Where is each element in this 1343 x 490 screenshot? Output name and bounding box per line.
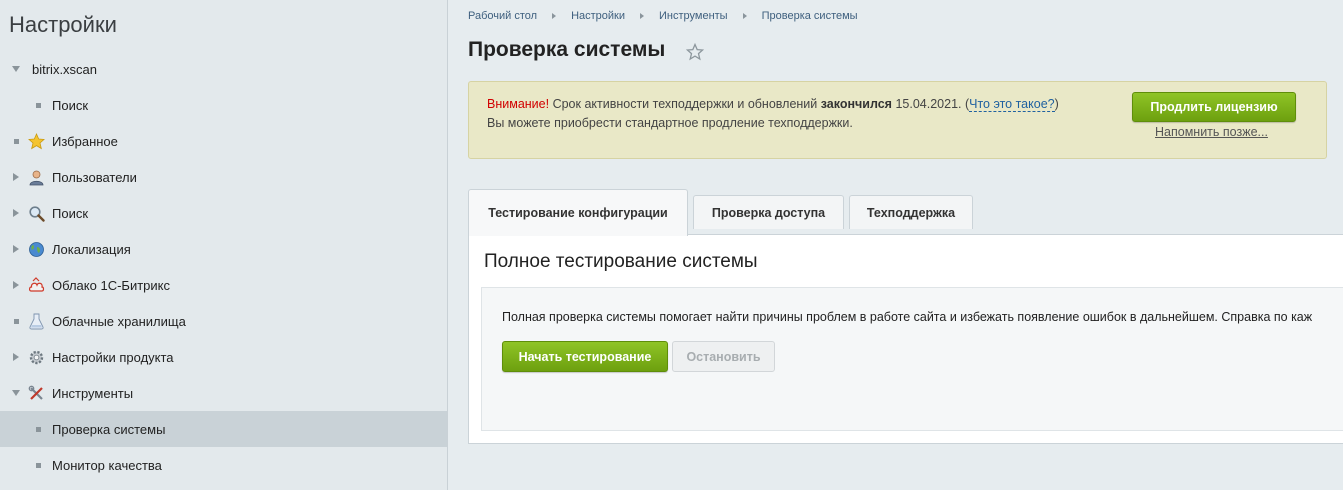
sidebar: Настройки bitrix.xscan Поиск Избранное П… <box>0 0 448 490</box>
favorite-star-icon[interactable] <box>685 42 705 61</box>
test-description: Полная проверка системы помогает найти п… <box>502 310 1313 324</box>
sidebar-item-label: Облачные хранилища <box>52 313 186 329</box>
license-notice: Внимание! Срок активности техподдержки и… <box>468 81 1327 159</box>
notice-message: Внимание! Срок активности техподдержки и… <box>487 97 1059 112</box>
notice-date: 15.04.2021. ( <box>891 97 970 111</box>
gear-icon <box>28 349 45 366</box>
panel-title: Полное тестирование системы <box>484 251 758 272</box>
sidebar-item-label: Пользователи <box>52 169 137 185</box>
bullet-icon <box>33 460 43 470</box>
user-icon <box>28 169 45 186</box>
sidebar-item-tools[interactable]: Инструменты <box>0 375 447 411</box>
sidebar-item-search[interactable]: Поиск <box>0 195 447 231</box>
breadcrumb-item-system-check[interactable]: Проверка системы <box>762 10 858 22</box>
sidebar-item-label: Настройки продукта <box>52 349 174 365</box>
start-test-button[interactable]: Начать тестирование <box>502 341 668 372</box>
sidebar-item-label: Облако 1С-Битрикс <box>52 277 170 293</box>
notice-secondary-text: Вы можете приобрести стандартное продлен… <box>487 116 853 130</box>
remind-later-link[interactable]: Напомнить позже... <box>1155 125 1268 139</box>
sidebar-item-quality-monitor[interactable]: Монитор качества <box>0 447 447 483</box>
chevron-right-icon[interactable] <box>11 172 21 182</box>
chevron-right-icon <box>640 13 644 19</box>
notice-text: Срок активности техподдержки и обновлени… <box>549 97 821 111</box>
notice-bold: закончился <box>820 97 892 111</box>
chevron-down-icon[interactable] <box>11 64 21 74</box>
chevron-right-icon[interactable] <box>11 352 21 362</box>
magnifier-icon <box>28 205 45 222</box>
chevron-right-icon <box>742 13 747 19</box>
bullet-icon <box>33 424 43 434</box>
breadcrumb-item-settings[interactable]: Настройки <box>571 10 625 22</box>
chevron-right-icon[interactable] <box>11 208 21 218</box>
globe-icon <box>28 241 45 258</box>
test-box: Полная проверка системы помогает найти п… <box>481 287 1343 431</box>
sidebar-item-system-check[interactable]: Проверка системы <box>0 411 447 447</box>
sidebar-item-label: Проверка системы <box>52 421 166 437</box>
breadcrumb-item-tools[interactable]: Инструменты <box>659 10 728 22</box>
sidebar-item-cloud-storage[interactable]: Облачные хранилища <box>0 303 447 339</box>
sidebar-item-label: Поиск <box>52 205 89 221</box>
cloud-icon <box>28 276 45 294</box>
sidebar-item-product-settings[interactable]: Настройки продукта <box>0 339 447 375</box>
tab-access-check[interactable]: Проверка доступа <box>693 195 844 229</box>
sidebar-item-label: Поиск <box>52 97 89 113</box>
tools-icon <box>28 385 45 402</box>
sidebar-item-label: Локализация <box>52 241 131 257</box>
sidebar-item-label: Избранное <box>52 133 118 149</box>
sidebar-title: Настройки <box>9 12 117 37</box>
chevron-right-icon[interactable] <box>11 280 21 290</box>
notice-warning: Внимание! <box>487 97 550 111</box>
bullet-icon <box>33 100 43 110</box>
page-title: Проверка системы <box>468 38 666 61</box>
sidebar-item-bitrix-xscan[interactable]: bitrix.xscan <box>0 51 447 87</box>
sidebar-item-bitrix-cloud[interactable]: Облако 1С-Битрикс <box>0 267 447 303</box>
notice-paren: ) <box>1054 97 1059 111</box>
bullet-icon <box>11 136 21 146</box>
sidebar-item-label: Монитор качества <box>52 457 162 473</box>
sidebar-item-label: Инструменты <box>52 385 134 401</box>
breadcrumb-item-desktop[interactable]: Рабочий стол <box>468 10 537 22</box>
sidebar-item-xscan-search[interactable]: Поиск <box>0 87 447 123</box>
chevron-right-icon[interactable] <box>11 244 21 254</box>
sidebar-item-favorites[interactable]: Избранное <box>0 123 447 159</box>
sidebar-item-label: bitrix.xscan <box>32 61 98 77</box>
tab-panel: Полное тестирование системы Полная прове… <box>468 234 1343 444</box>
bullet-icon <box>11 316 21 326</box>
renew-license-button[interactable]: Продлить лицензию <box>1132 92 1296 122</box>
sidebar-item-localization[interactable]: Локализация <box>0 231 447 267</box>
sidebar-item-users[interactable]: Пользователи <box>0 159 447 195</box>
chevron-down-icon[interactable] <box>11 388 21 398</box>
sidebar-menu: bitrix.xscan Поиск Избранное Пользовател… <box>0 51 447 483</box>
what-is-this-link[interactable]: Что это такое? <box>969 97 1055 112</box>
stop-button[interactable]: Остановить <box>672 341 775 372</box>
chevron-right-icon <box>552 13 557 19</box>
tab-configuration-test[interactable]: Тестирование конфигурации <box>468 189 688 236</box>
storage-icon <box>28 313 45 330</box>
star-icon <box>28 132 45 150</box>
breadcrumb: Рабочий стол Настройки Инструменты Прове… <box>468 10 858 22</box>
tab-support[interactable]: Техподдержка <box>849 195 973 229</box>
